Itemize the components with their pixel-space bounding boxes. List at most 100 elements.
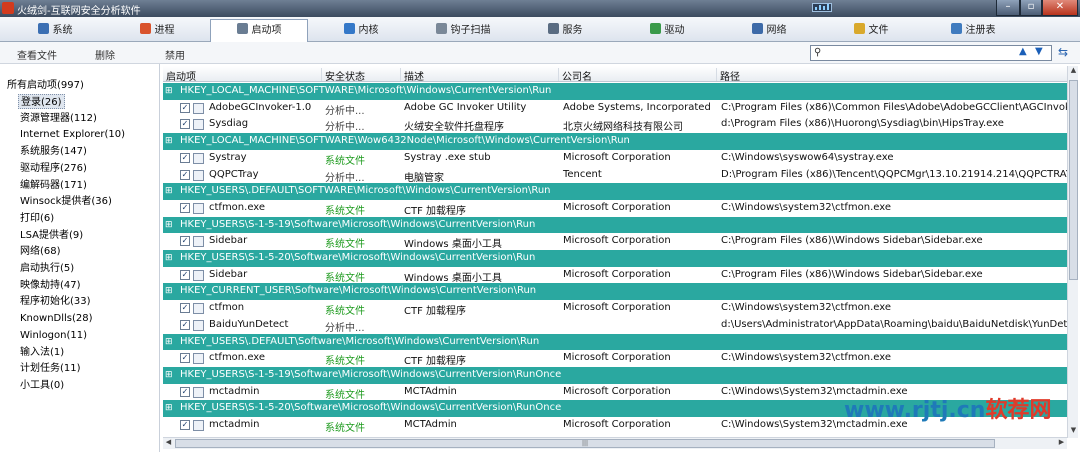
enable-checkbox[interactable]: ✓: [180, 269, 190, 280]
table-row[interactable]: ✓ Sysdiag 分析中... 火绒安全软件托盘程序 北京火绒网络科技有限公司 d:\P…: [163, 116, 1067, 134]
sidebar-item[interactable]: KnownDlls(28): [18, 311, 95, 326]
sidebar-item[interactable]: 打印(6): [18, 211, 56, 226]
service-gear-icon: [547, 23, 559, 34]
sidebar-item[interactable]: LSA提供者(9): [18, 228, 85, 243]
column-header-status[interactable]: 安全状态: [321, 68, 400, 83]
table-row[interactable]: ✓ Sidebar 系统文件 Windows 桌面小工具 Microsoft Corpo…: [163, 266, 1067, 284]
enable-checkbox[interactable]: ✓: [180, 319, 190, 330]
enable-checkbox[interactable]: ✓: [180, 202, 190, 213]
table-row[interactable]: ✓ AdobeGCInvoker-1.0 分析中... Adobe GC Invoke…: [163, 99, 1067, 117]
enable-checkbox[interactable]: ✓: [180, 169, 190, 180]
table-row[interactable]: ✓ ctfmon 系统文件 CTF 加载程序 Microsoft Corporation…: [163, 300, 1067, 318]
sidebar-item[interactable]: Winsock提供者(36): [18, 194, 114, 209]
sidebar-item[interactable]: Winlogon(11): [18, 328, 89, 343]
sidebar-item[interactable]: 启动执行(5): [18, 261, 76, 276]
scroll-up-icon[interactable]: ▲: [1068, 66, 1079, 78]
tab-7[interactable]: 驱动: [618, 20, 716, 41]
tab-3[interactable]: 启动项: [210, 19, 308, 42]
search-input[interactable]: ⚲ ▲ ▼: [810, 45, 1052, 61]
column-header-path[interactable]: 路径: [716, 68, 1067, 83]
sidebar-root[interactable]: 所有启动项(997): [5, 78, 86, 93]
enable-checkbox[interactable]: ✓: [180, 152, 190, 163]
sidebar-item[interactable]: 映像劫持(47): [18, 278, 83, 293]
scroll-right-icon[interactable]: ▶: [1056, 438, 1067, 449]
program-icon: [193, 303, 204, 315]
sidebar-item[interactable]: 资源管理器(112): [18, 111, 99, 126]
registry-group-row[interactable]: ⊞ HKEY_LOCAL_MACHINE\SOFTWARE\Microsoft\W…: [163, 83, 1067, 100]
table-row[interactable]: ✓ BaiduYunDetect 分析中... d:\Users\Administra…: [163, 316, 1067, 334]
registry-group-row[interactable]: ⊞ HKEY_USERS\.DEFAULT\SOFTWARE\Microsoft\…: [163, 183, 1067, 201]
enable-checkbox[interactable]: ✓: [180, 303, 190, 314]
enable-checkbox[interactable]: ✓: [180, 353, 190, 364]
file-path: d:\Program Files (x86)\Huorong\Sysdiag\b…: [721, 118, 1004, 130]
description: CTF 加载程序: [404, 306, 467, 318]
tab-8[interactable]: 网络: [720, 20, 818, 41]
registry-key-icon: ⊞: [165, 219, 173, 230]
minimize-button[interactable]: –: [996, 0, 1020, 16]
tab-9[interactable]: 文件: [822, 20, 920, 41]
tab-5[interactable]: 钩子扫描: [414, 20, 512, 41]
tab-4[interactable]: 内核: [312, 20, 410, 41]
description: 火绒安全软件托盘程序: [404, 122, 504, 134]
program-icon: [193, 236, 204, 248]
vertical-scroll-thumb[interactable]: [1069, 80, 1078, 280]
close-button[interactable]: ✕: [1042, 0, 1078, 16]
search-next-button[interactable]: ▼: [1035, 46, 1043, 57]
delete-button[interactable]: 删除: [95, 47, 115, 62]
registry-key-path: HKEY_USERS\S-1-5-20\Software\Microsoft\W…: [180, 402, 562, 414]
registry-group-row[interactable]: ⊞ HKEY_LOCAL_MACHINE\SOFTWARE\Wow6432Node…: [163, 133, 1067, 151]
scroll-left-icon[interactable]: ◀: [163, 438, 174, 449]
table-row[interactable]: ✓ Sidebar 系统文件 Windows 桌面小工具 Microsoft Corpo…: [163, 233, 1067, 251]
security-status: 系统文件: [325, 423, 365, 434]
registry-key-icon: ⊞: [165, 186, 173, 197]
sidebar-item[interactable]: 计划任务(11): [18, 361, 83, 376]
maximize-button[interactable]: ▫: [1020, 0, 1042, 16]
category-sidebar: 所有启动项(997) 登录(26) 资源管理器(112) Internet Explo…: [0, 64, 160, 452]
column-header-description[interactable]: 描述: [400, 68, 558, 83]
horizontal-scroll-thumb[interactable]: |||: [175, 439, 995, 448]
enable-checkbox[interactable]: ✓: [180, 102, 190, 113]
view-file-button[interactable]: 查看文件: [17, 47, 57, 62]
sidebar-item[interactable]: 网络(68): [18, 244, 63, 259]
description: Windows 桌面小工具: [404, 239, 502, 251]
registry-group-row[interactable]: ⊞ HKEY_USERS\.DEFAULT\Software\Microsoft\…: [163, 333, 1067, 351]
registry-group-row[interactable]: ⊞ HKEY_CURRENT_USER\Software\Microsoft\Wi…: [163, 283, 1067, 301]
table-row[interactable]: ✓ QQPCTray 分析中... 电脑管家 Tencent D:\Program Fil…: [163, 166, 1067, 184]
company-name: Tencent: [563, 168, 602, 180]
description: Systray .exe stub: [404, 151, 491, 163]
monitor-icon: [37, 23, 49, 34]
sidebar-item[interactable]: 程序初始化(33): [18, 294, 93, 309]
file-path: C:\Windows\syswow64\systray.exe: [721, 151, 894, 163]
vertical-scrollbar[interactable]: ▲ ▼: [1067, 66, 1078, 438]
refresh-icon[interactable]: ⇆: [1058, 45, 1068, 59]
scroll-down-icon[interactable]: ▼: [1068, 426, 1079, 438]
column-header-startup[interactable]: 启动项: [163, 68, 321, 83]
registry-group-row[interactable]: ⊞ HKEY_USERS\S-1-5-20\Software\Microsoft\…: [163, 250, 1067, 267]
sidebar-item[interactable]: 驱动程序(276): [18, 161, 89, 176]
enable-checkbox[interactable]: ✓: [180, 236, 190, 247]
sidebar-item[interactable]: 编解码器(171): [18, 178, 89, 193]
tab-2[interactable]: 进程: [108, 20, 206, 41]
sidebar-item[interactable]: 小工具(0): [18, 378, 66, 393]
enable-checkbox[interactable]: ✓: [180, 119, 190, 130]
enable-checkbox[interactable]: ✓: [180, 386, 190, 397]
tab-label: 文件: [868, 25, 889, 36]
sidebar-item[interactable]: 输入法(1): [18, 345, 66, 360]
table-row[interactable]: ✓ ctfmon.exe 系统文件 CTF 加载程序 Microsoft Corpora…: [163, 350, 1067, 368]
search-prev-button[interactable]: ▲: [1019, 46, 1027, 57]
disable-button[interactable]: 禁用: [165, 47, 185, 62]
tab-10[interactable]: 注册表: [924, 20, 1022, 41]
enable-checkbox[interactable]: ✓: [180, 420, 190, 430]
horizontal-scrollbar[interactable]: ◀ ||| ▶: [163, 437, 1067, 449]
table-row[interactable]: ✓ Systray 系统文件 Systray .exe stub Microsoft C…: [163, 149, 1067, 167]
sidebar-item[interactable]: 系统服务(147): [18, 144, 89, 159]
column-header-company[interactable]: 公司名: [558, 68, 716, 83]
sidebar-item[interactable]: 登录(26): [18, 94, 65, 109]
sidebar-item[interactable]: Internet Explorer(10): [18, 127, 127, 142]
table-row[interactable]: ✓ ctfmon.exe 系统文件 CTF 加载程序 Microsoft Corpora…: [163, 199, 1067, 217]
registry-group-row[interactable]: ⊞ HKEY_USERS\S-1-5-19\Software\Microsoft\…: [163, 366, 1067, 384]
tab-6[interactable]: 服务: [516, 20, 614, 41]
tab-1[interactable]: 系统: [6, 20, 104, 41]
registry-group-row[interactable]: ⊞ HKEY_USERS\S-1-5-19\Software\Microsoft\…: [163, 216, 1067, 234]
program-icon: [193, 420, 204, 431]
